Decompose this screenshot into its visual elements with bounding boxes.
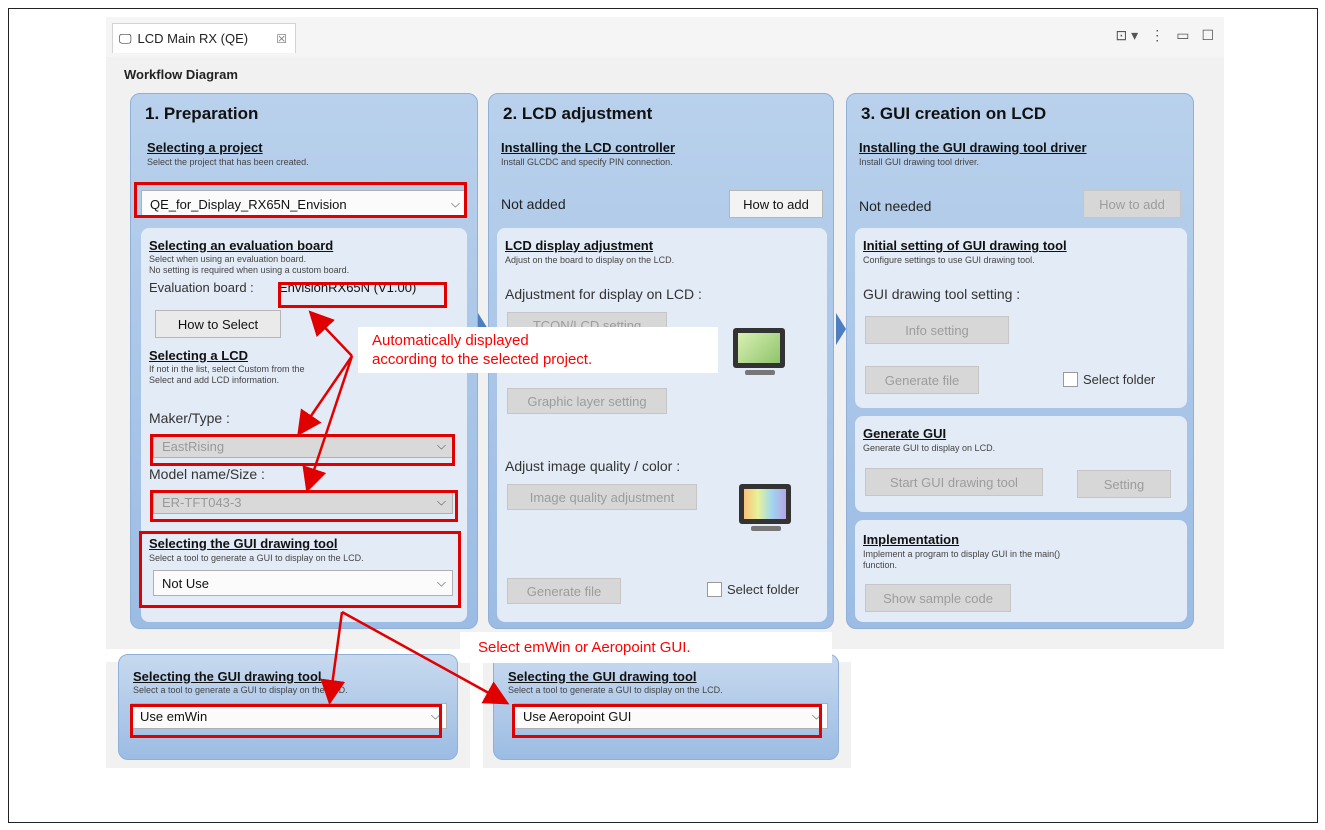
arrow-to-aeropoint — [341, 610, 510, 705]
annotation-arrows — [297, 310, 510, 705]
arrow-to-maker — [297, 355, 354, 437]
arrow-to-emwin — [320, 611, 346, 705]
arrow-to-model — [302, 355, 354, 493]
arrow-to-board — [308, 310, 353, 357]
